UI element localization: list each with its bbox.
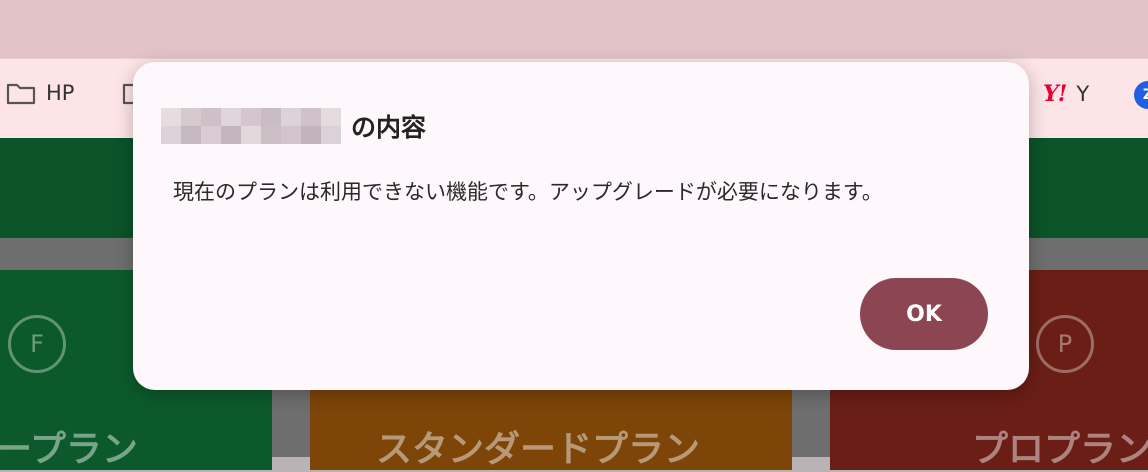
dialog-title-text: の内容 — [351, 113, 427, 142]
bookmark-z[interactable]: Z — [1134, 81, 1148, 109]
plan-title: スタンダードプラン — [376, 429, 701, 470]
plan-title: プロプラン — [972, 429, 1148, 470]
alert-dialog: の内容 現在のプランは利用できない機能です。アップグレードが必要になります。 O… — [133, 62, 1029, 390]
free-badge-icon: F — [8, 315, 66, 373]
bookmark-label: HP — [46, 81, 75, 105]
dialog-message: 現在のプランは利用できない機能です。アップグレードが必要になります。 — [173, 180, 883, 204]
bookmark-hp[interactable]: HP — [6, 81, 74, 105]
redacted-name — [161, 108, 341, 144]
dialog-title: の内容 — [161, 108, 426, 144]
plan-title: ープラン — [0, 429, 138, 470]
folder-icon — [6, 81, 36, 105]
bookmark-yahoo[interactable]: Y! Y — [1043, 81, 1089, 107]
ok-button[interactable]: OK — [860, 278, 988, 350]
yahoo-icon: Y! — [1043, 81, 1067, 107]
bookmark-label: Y — [1076, 82, 1090, 106]
pro-badge-icon: P — [1036, 315, 1094, 373]
tab-bar — [0, 0, 1148, 58]
z-icon: Z — [1134, 81, 1148, 109]
